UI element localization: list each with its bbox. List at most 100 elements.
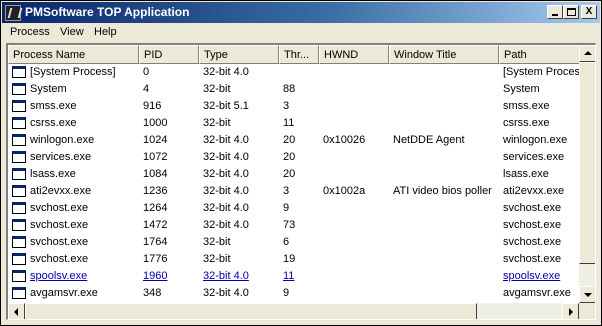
table-row[interactable]: svchost.exe 1264 32-bit 4.0 9 svchost.exe — [8, 200, 595, 217]
arrow-up-icon — [584, 51, 592, 55]
process-window-icon — [12, 270, 26, 282]
window-title: PMSoftware TOP Application — [25, 5, 190, 19]
hwnd-cell — [323, 100, 389, 114]
threads-cell: 20 — [283, 151, 296, 163]
threads-cell: 3 — [283, 100, 290, 112]
threads-cell: 6 — [283, 236, 290, 248]
threads-cell — [283, 66, 319, 80]
table-row[interactable]: svchost.exe 1472 32-bit 4.0 73 svchost.exe — [8, 217, 595, 234]
threads-cell: 11 — [283, 270, 295, 282]
arrow-right-icon — [569, 308, 573, 316]
pid-cell: 1776 — [143, 253, 168, 265]
pid-cell: 1024 — [143, 134, 168, 146]
process-name-cell: csrss.exe — [30, 117, 77, 129]
table-row[interactable]: [System Process] 0 32-bit 4.0 [System Proce… — [8, 64, 595, 81]
vertical-scroll-thumb[interactable] — [579, 62, 595, 264]
hwnd-cell — [323, 117, 389, 131]
pid-cell: 348 — [143, 287, 162, 299]
type-cell: 32-bit — [203, 253, 231, 265]
pid-cell: 1236 — [143, 185, 168, 197]
pid-cell: 1764 — [143, 236, 168, 248]
minimize-button[interactable] — [547, 5, 563, 19]
type-cell: 32-bit — [203, 117, 231, 129]
type-cell: 32-bit 4.0 — [203, 66, 249, 78]
window-title-cell — [393, 219, 499, 233]
column-header-threads[interactable]: Thr... — [279, 45, 319, 64]
type-cell: 32-bit 5.1 — [203, 100, 249, 112]
window-title-cell — [393, 270, 499, 284]
table-row[interactable]: smss.exe 916 32-bit 5.1 3 smss.exe — [8, 98, 595, 115]
column-header-type[interactable]: Type — [199, 45, 279, 64]
maximize-button[interactable] — [563, 5, 579, 19]
menu-help[interactable]: Help — [92, 26, 119, 38]
vertical-scrollbar[interactable] — [579, 45, 595, 303]
title-bar[interactable]: PMSoftware TOP Application X — [2, 2, 600, 23]
hwnd-cell — [323, 270, 389, 284]
threads-cell: 20 — [283, 168, 296, 180]
threads-cell: 73 — [283, 219, 296, 231]
hwnd-cell — [323, 66, 389, 80]
table-row[interactable]: services.exe 1072 32-bit 4.0 20 services.exe — [8, 149, 595, 166]
scroll-right-button[interactable] — [562, 303, 579, 319]
list-header: Process Name PID Type Thr... HWND Window… — [8, 45, 595, 64]
table-row[interactable]: svchost.exe 1776 32-bit 19 svchost.exe — [8, 251, 595, 268]
threads-cell: 3 — [283, 185, 290, 197]
hwnd-cell — [323, 151, 389, 165]
process-name-cell: spoolsv.exe — [30, 270, 88, 282]
hwnd-cell — [323, 219, 389, 233]
app-icon[interactable] — [5, 5, 21, 21]
process-name-cell: svchost.exe — [30, 202, 89, 214]
threads-cell: 88 — [283, 83, 296, 95]
table-row[interactable]: lsass.exe 1084 32-bit 4.0 20 lsass.exe — [8, 166, 595, 183]
scroll-down-button[interactable] — [579, 286, 595, 303]
window-title-cell — [393, 287, 499, 301]
threads-cell: 11 — [283, 117, 295, 129]
type-cell: 32-bit 4.0 — [203, 185, 249, 197]
process-window-icon — [12, 134, 26, 146]
process-list[interactable]: Process Name PID Type Thr... HWND Window… — [6, 43, 596, 320]
threads-cell: 20 — [283, 134, 296, 146]
hwnd-cell — [323, 202, 389, 216]
table-row[interactable]: svchost.exe 1764 32-bit 6 svchost.exe — [8, 234, 595, 251]
table-row[interactable]: csrss.exe 1000 32-bit 11 csrss.exe — [8, 115, 595, 132]
maximize-icon — [567, 8, 576, 16]
column-header-window-title[interactable]: Window Title — [389, 45, 499, 64]
pid-cell: 1072 — [143, 151, 168, 163]
scroll-up-button[interactable] — [579, 45, 595, 62]
process-window-icon — [12, 83, 26, 95]
horizontal-scroll-thumb[interactable] — [25, 303, 477, 319]
hwnd-cell — [323, 287, 389, 301]
pid-cell: 1000 — [143, 117, 168, 129]
table-row[interactable]: spoolsv.exe 1960 32-bit 4.0 11 spoolsv.exe — [8, 268, 595, 285]
window-title-cell — [393, 66, 499, 80]
column-header-pid[interactable]: PID — [139, 45, 199, 64]
column-header-hwnd[interactable]: HWND — [319, 45, 389, 64]
close-button[interactable]: X — [581, 5, 597, 19]
hwnd-cell — [323, 253, 389, 267]
menu-process[interactable]: Process — [8, 26, 52, 38]
process-name-cell: svchost.exe — [30, 236, 89, 248]
table-row[interactable]: avgamsvr.exe 348 32-bit 4.0 9 avgamsvr.exe — [8, 285, 595, 302]
menu-bar: Process View Help — [2, 23, 600, 42]
process-window-icon — [12, 253, 26, 265]
horizontal-scrollbar[interactable] — [8, 303, 579, 319]
window-title-cell — [393, 117, 499, 131]
column-header-process-name[interactable]: Process Name — [8, 45, 139, 64]
type-cell: 32-bit 4.0 — [203, 168, 249, 180]
hwnd-cell: 0x10026 — [323, 134, 366, 146]
pid-cell: 0 — [143, 66, 150, 78]
table-row[interactable]: winlogon.exe 1024 32-bit 4.0 20 0x10026 NetDD… — [8, 132, 595, 149]
table-row[interactable]: System 4 32-bit 88 System — [8, 81, 595, 98]
table-row[interactable]: ati2evxx.exe 1236 32-bit 4.0 3 0x1002a ATI vi… — [8, 183, 595, 200]
window-title-cell — [393, 83, 499, 97]
menu-view[interactable]: View — [58, 26, 86, 38]
type-cell: 32-bit 4.0 — [203, 151, 249, 163]
process-window-icon — [12, 100, 26, 112]
process-window-icon — [12, 168, 26, 180]
process-name-cell: lsass.exe — [30, 168, 76, 180]
window-title-cell — [393, 168, 499, 182]
process-window-icon — [12, 117, 26, 129]
process-window-icon — [12, 151, 26, 163]
pid-cell: 4 — [143, 83, 150, 95]
scroll-left-button[interactable] — [8, 303, 25, 319]
